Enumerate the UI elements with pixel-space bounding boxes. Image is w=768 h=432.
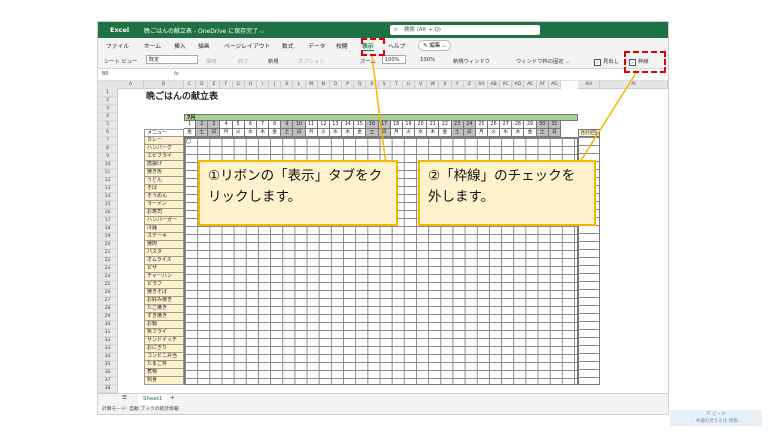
callout-step-one: ①リボンの「表示」タブをクリックします。	[198, 160, 398, 226]
site-logo-text: IT ピーク … 共通の見える化 情報…	[689, 412, 743, 424]
site-logo: IT ピーク … 共通の見える化 情報…	[670, 410, 762, 426]
callout-step-two: ②「枠線」のチェックを外します。	[418, 160, 596, 226]
callout-step-one-text: ①リボンの「表示」タブをクリックします。	[208, 168, 383, 205]
callout-step-two-text: ②「枠線」のチェックを外します。	[428, 168, 576, 205]
